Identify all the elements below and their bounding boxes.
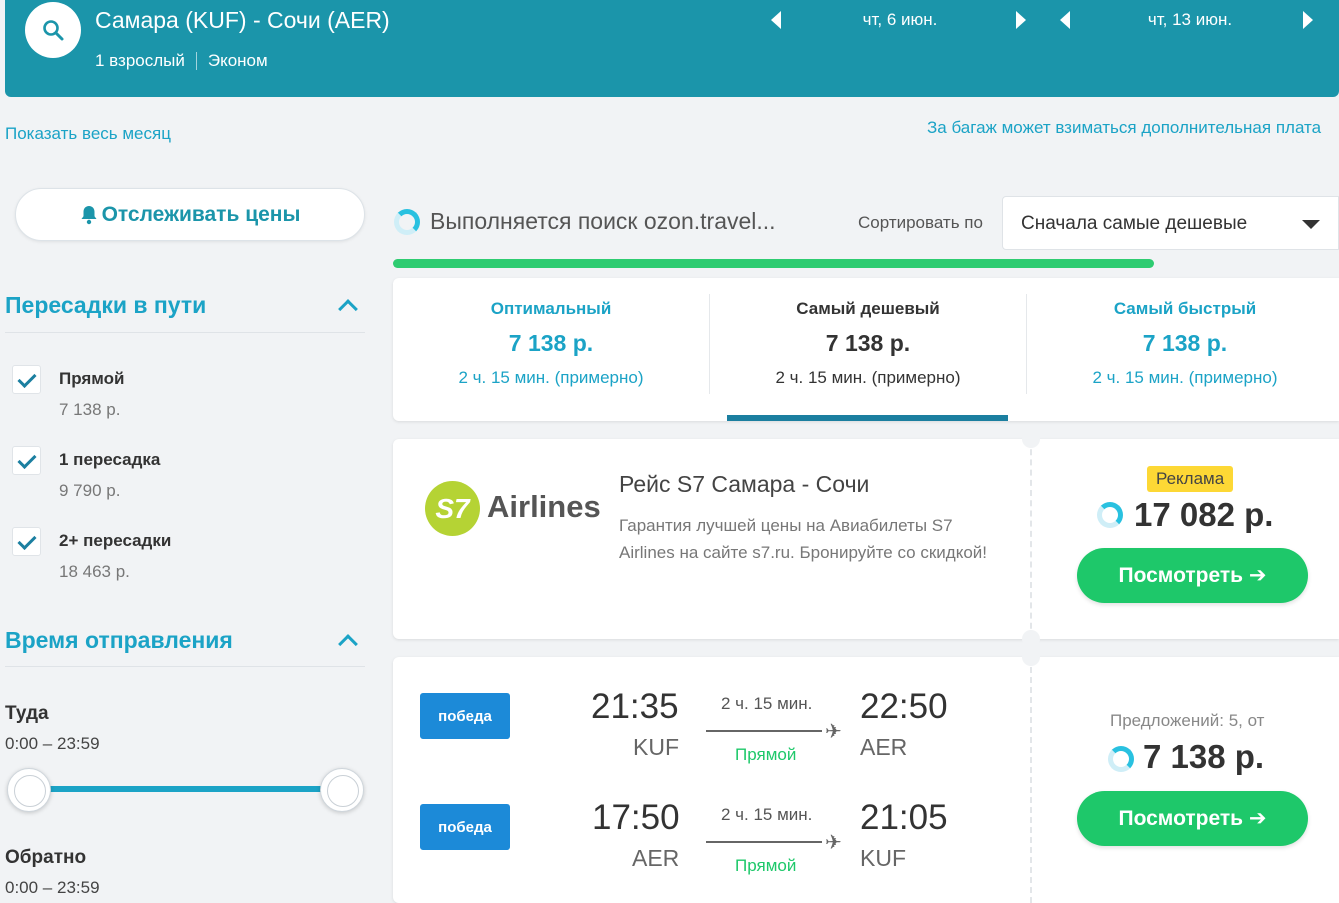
- card-notch: [1022, 648, 1040, 666]
- flight-line: [706, 730, 822, 732]
- card-notch: [1022, 630, 1040, 648]
- search-icon: [43, 20, 64, 41]
- s7-logo: S7: [425, 481, 480, 536]
- stop-label-one: 1 пересадка: [59, 450, 161, 469]
- outbound-label: Туда: [5, 703, 49, 724]
- bell-icon: [81, 205, 97, 224]
- tab-price: 7 138 р.: [508, 330, 594, 356]
- pobeda-logo: победа: [420, 804, 510, 850]
- flight-duration: 2 ч. 15 мин.: [721, 694, 813, 713]
- tab-fastest[interactable]: Самый быстрый 7 138 р. 2 ч. 15 мин. (при…: [1027, 278, 1339, 421]
- tab-optimal[interactable]: Оптимальный 7 138 р. 2 ч. 15 мин. (приме…: [393, 278, 709, 421]
- passengers-cabin[interactable]: 1 взрослый Эконом: [95, 51, 268, 71]
- dep-code: AER: [632, 845, 680, 871]
- airplane-icon: ✈: [825, 721, 842, 743]
- search-button[interactable]: [25, 2, 81, 58]
- sort-select[interactable]: Сначала самые дешевые: [1002, 196, 1339, 250]
- offer-price: 7 138 р.: [1143, 738, 1265, 775]
- divider: [5, 666, 365, 667]
- checkbox-one-stop[interactable]: [12, 446, 41, 475]
- stops-filter-title[interactable]: Пересадки в пути: [5, 292, 206, 319]
- arr-code: KUF: [860, 845, 906, 871]
- baggage-note[interactable]: За багаж может взиматься дополнительная …: [927, 118, 1321, 138]
- departure-filter-title[interactable]: Время отправления: [5, 627, 233, 654]
- sort-label: Сортировать по: [858, 213, 983, 232]
- arr-time: 21:05: [860, 798, 948, 837]
- pax-separator: [195, 52, 197, 70]
- chevron-up-icon[interactable]: [338, 299, 358, 319]
- active-tab-indicator: [727, 415, 1008, 421]
- slider-handle-min[interactable]: [7, 768, 51, 812]
- stop-price-one: 9 790 р.: [59, 481, 121, 500]
- next-date-out-icon[interactable]: [1016, 11, 1026, 29]
- date-back[interactable]: чт, 13 июн.: [1115, 10, 1265, 30]
- loading-spinner-icon: [1097, 502, 1123, 528]
- chevron-down-icon: [1302, 220, 1320, 229]
- search-progress-bar: [393, 259, 1154, 268]
- return-range: 0:00 – 23:59: [5, 878, 100, 897]
- route-title[interactable]: Самара (KUF) - Сочи (AER): [95, 7, 390, 34]
- ad-card: S7 Airlines Рейс S7 Самара - Сочи Гарант…: [393, 430, 1339, 648]
- track-prices-button[interactable]: Отслеживать цены: [15, 188, 365, 241]
- dep-time: 17:50: [592, 798, 680, 837]
- checkbox-two-plus[interactable]: [12, 527, 41, 556]
- stop-price-two-plus: 18 463 р.: [59, 562, 130, 581]
- stop-label-direct: Прямой: [59, 369, 125, 388]
- ad-description: Гарантия лучшей цены на Авиабилеты S7 Ai…: [619, 516, 987, 562]
- tab-price: 7 138 р.: [825, 330, 911, 356]
- date-out[interactable]: чт, 6 июн.: [825, 10, 975, 30]
- ad-view-button[interactable]: Посмотреть ➔: [1077, 548, 1308, 603]
- stop-price-direct: 7 138 р.: [59, 400, 121, 419]
- outbound-slider-track[interactable]: [28, 786, 342, 792]
- stop-label-two-plus: 2+ пересадки: [59, 531, 172, 550]
- passengers-label: 1 взрослый: [95, 51, 185, 70]
- offer-view-button[interactable]: Посмотреть ➔: [1077, 791, 1308, 846]
- prev-date-out-icon[interactable]: [771, 11, 781, 29]
- stops-label: Прямой: [735, 856, 797, 875]
- tab-duration: 2 ч. 15 мин. (примерно): [775, 368, 961, 387]
- show-month-link[interactable]: Показать весь месяц: [5, 124, 171, 144]
- return-label: Обратно: [5, 847, 87, 868]
- flight-line: [706, 841, 822, 843]
- tab-duration: 2 ч. 15 мин. (примерно): [1092, 368, 1278, 387]
- search-header: Самара (KUF) - Сочи (AER) 1 взрослый Эко…: [5, 0, 1339, 97]
- card-notch: [1022, 430, 1040, 448]
- tab-cheapest[interactable]: Самый дешевый 7 138 р. 2 ч. 15 мин. (при…: [710, 278, 1026, 421]
- search-status: Выполняется поиск ozon.travel...: [430, 208, 776, 234]
- flight-duration: 2 ч. 15 мин.: [721, 805, 813, 824]
- prev-date-back-icon[interactable]: [1060, 11, 1070, 29]
- result-tabs: Оптимальный 7 138 р. 2 ч. 15 мин. (приме…: [393, 278, 1339, 421]
- ad-badge: Реклама: [1147, 466, 1234, 492]
- tab-title: Оптимальный: [490, 299, 612, 318]
- stops-label: Прямой: [735, 745, 797, 764]
- pobeda-logo: победа: [420, 693, 510, 739]
- tab-title: Самый быстрый: [1113, 299, 1257, 318]
- tab-price: 7 138 р.: [1142, 330, 1228, 356]
- airplane-icon: ✈: [825, 832, 842, 854]
- offer-card: победа 21:35 KUF 2 ч. 15 мин. ✈ Прямой 2…: [393, 648, 1339, 903]
- next-date-back-icon[interactable]: [1303, 11, 1313, 29]
- s7-logo-text: Airlines: [487, 489, 601, 524]
- checkbox-direct[interactable]: [12, 365, 41, 394]
- dep-time: 21:35: [591, 687, 679, 726]
- ad-price: 17 082 р.: [1134, 496, 1274, 533]
- ad-title[interactable]: Рейс S7 Самара - Сочи: [619, 471, 869, 498]
- track-prices-label: Отслеживать цены: [101, 202, 301, 226]
- loading-spinner-icon: [1108, 746, 1134, 772]
- arr-code: AER: [860, 734, 908, 760]
- loading-spinner-icon: [394, 209, 420, 235]
- card-divider: [1030, 657, 1032, 903]
- divider: [5, 332, 365, 333]
- arr-time: 22:50: [860, 687, 948, 726]
- offers-count: Предложений: 5, от: [1110, 711, 1265, 730]
- dep-code: KUF: [633, 734, 679, 760]
- card-divider: [1030, 439, 1032, 639]
- tab-title: Самый дешевый: [796, 299, 940, 318]
- cabin-label: Эконом: [207, 51, 268, 70]
- outbound-range: 0:00 – 23:59: [5, 734, 100, 753]
- slider-handle-max[interactable]: [320, 768, 364, 812]
- chevron-up-icon[interactable]: [338, 634, 358, 654]
- sort-selected-value: Сначала самые дешевые: [1021, 213, 1248, 234]
- tab-duration: 2 ч. 15 мин. (примерно): [458, 368, 644, 387]
